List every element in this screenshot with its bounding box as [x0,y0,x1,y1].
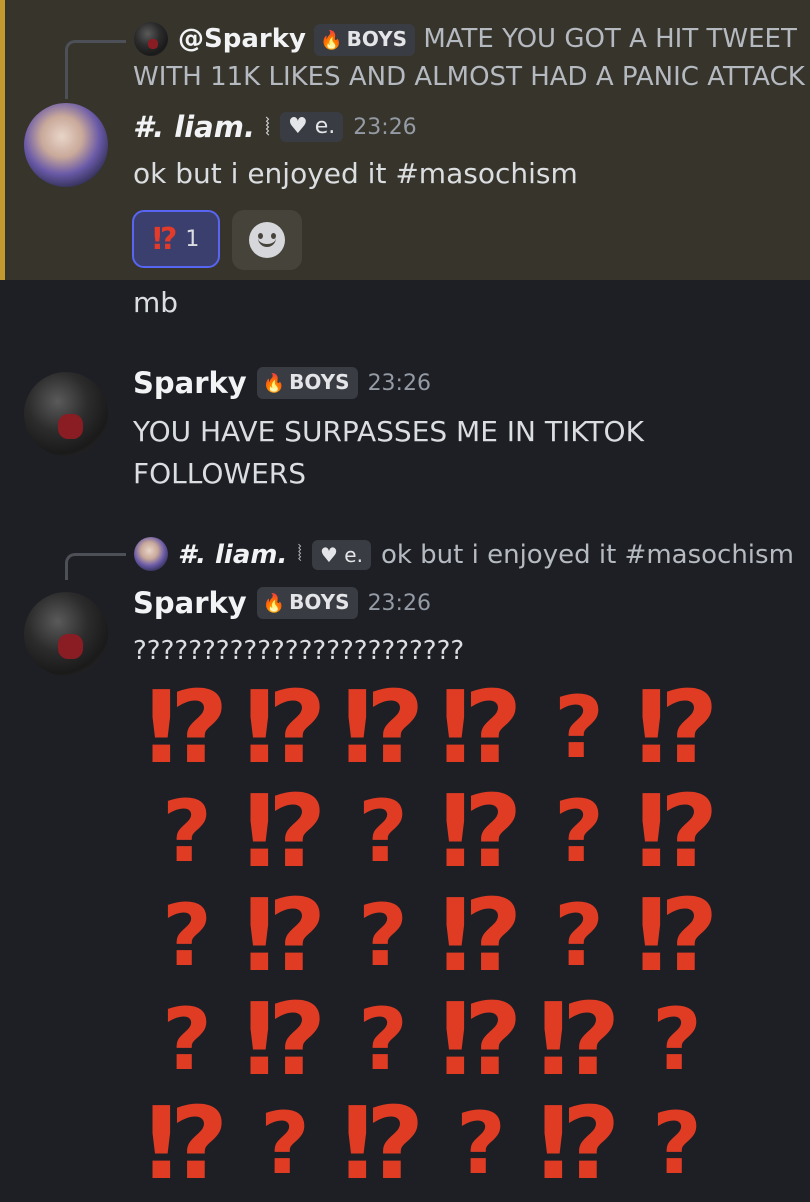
message-header: #. liam. ⦚ ♥ e. 23:26 [133,110,417,144]
message-text: mb [133,286,179,319]
question-mark-emoji: ? [652,1094,702,1194]
question-mark-emoji: ? [260,1094,310,1194]
question-mark-emoji: ? [554,678,604,778]
name-suffix-icon: ⦚ [297,542,302,567]
avatar[interactable] [24,103,108,187]
role-tag-label: e. [344,543,363,567]
reply-author[interactable]: @Sparky [178,24,306,54]
role-tag: ♥ e. [311,540,371,570]
question-mark-emoji: ? [358,886,408,986]
question-mark-emoji: ? [554,782,604,882]
emoji-row: ? ⁉? ⁉ ⁉? [135,988,735,1092]
question-mark-emoji: ? [162,990,212,1090]
role-tag: ♥ e. [280,112,344,142]
interrobang-emoji: ⁉ [635,773,719,890]
question-mark-emoji: ? [358,990,408,1090]
interrobang-emoji: ⁉ [537,1085,621,1202]
heart-icon: ♥ [319,543,338,567]
heart-icon: ♥ [288,114,308,139]
interrobang-emoji: ⁉ [439,669,523,786]
reply-connector [65,40,126,99]
reply-avatar [134,22,168,56]
reply-avatar [134,537,168,571]
role-tag-label: BOYS [346,26,408,51]
fire-icon: 🔥 [262,593,286,614]
username[interactable]: #. liam. [133,110,255,144]
emoji-grid: ⁉ ⁉ ⁉ ⁉? ⁉? ⁉? ⁉? ⁉? ⁉? ⁉? ⁉? ⁉? ⁉ ⁉? ⁉? ⁉? ⁉? [135,676,735,1196]
avatar[interactable] [24,372,108,456]
interrobang-icon: ⁉ [152,221,178,257]
interrobang-emoji: ⁉ [341,669,425,786]
reaction-count: 1 [185,226,200,252]
timestamp: 23:26 [353,114,417,140]
message-header: Sparky 🔥 BOYS 23:26 [133,366,431,400]
role-tag-label: BOYS [289,590,350,614]
reply-text-line2: WITH 11K LIKES AND ALMOST HAD A PANIC AT… [133,62,805,92]
interrobang-emoji: ⁉ [243,773,327,890]
reaction-button[interactable]: ⁉ 1 [132,210,220,268]
reply-text-line1: MATE YOU GOT A HIT TWEET [423,24,797,54]
interrobang-emoji: ⁉ [145,1085,229,1202]
role-tag: 🔥 BOYS [256,587,358,619]
interrobang-emoji: ⁉ [243,981,327,1098]
message-text: ???????????????????????? [133,636,465,666]
emoji-row: ⁉? ⁉? ⁉? [135,1092,735,1196]
interrobang-emoji: ⁉ [635,669,719,786]
question-mark-emoji: ? [162,886,212,986]
interrobang-emoji: ⁉ [439,773,523,890]
fire-icon: 🔥 [320,29,343,51]
question-mark-emoji: ? [652,990,702,1090]
question-mark-emoji: ? [162,782,212,882]
question-mark-emoji: ? [358,782,408,882]
question-mark-emoji: ? [456,1094,506,1194]
reply-text: ok but i enjoyed it #masochism [380,540,794,570]
timestamp: 23:26 [367,370,431,396]
interrobang-emoji: ⁉ [145,669,229,786]
username[interactable]: Sparky [133,586,247,620]
interrobang-emoji: ⁉ [635,877,719,994]
reply-preview[interactable]: @Sparky 🔥 BOYS MATE YOU GOT A HIT TWEET [178,22,797,56]
name-suffix-icon: ⦚ [264,113,271,141]
message-text-line2: FOLLOWERS [133,457,306,490]
interrobang-emoji: ⁉ [243,669,327,786]
role-tag: 🔥 BOYS [314,23,416,56]
add-reaction-button[interactable] [232,210,302,270]
interrobang-emoji: ⁉ [341,1085,425,1202]
emoji-row: ⁉ ⁉ ⁉ ⁉? ⁉ [135,676,735,780]
emoji-row: ? ⁉? ⁉? ⁉ [135,780,735,884]
interrobang-emoji: ⁉ [439,877,523,994]
message-text-line1: YOU HAVE SURPASSES ME IN TIKTOK [133,415,644,448]
interrobang-emoji: ⁉ [439,981,523,1098]
interrobang-emoji: ⁉ [537,981,621,1098]
question-mark-emoji: ? [554,886,604,986]
fire-icon: 🔥 [262,373,286,394]
reply-preview[interactable]: #. liam. ⦚ ♥ e. ok but i enjoyed it #mas… [178,538,794,572]
smile-icon [249,222,285,258]
message-header: Sparky 🔥 BOYS 23:26 [133,586,431,620]
reply-author[interactable]: #. liam. [178,538,287,572]
emoji-row: ? ⁉? ⁉? ⁉ [135,884,735,988]
role-tag: 🔥 BOYS [256,367,358,399]
timestamp: 23:26 [367,590,431,616]
message-text: ok but i enjoyed it #masochism [133,157,578,190]
reply-connector [65,553,126,580]
avatar[interactable] [24,592,108,676]
role-tag-label: e. [314,114,336,139]
role-tag-label: BOYS [289,370,350,394]
username[interactable]: Sparky [133,366,247,400]
mention-highlight-bar [0,0,5,280]
interrobang-emoji: ⁉ [243,877,327,994]
